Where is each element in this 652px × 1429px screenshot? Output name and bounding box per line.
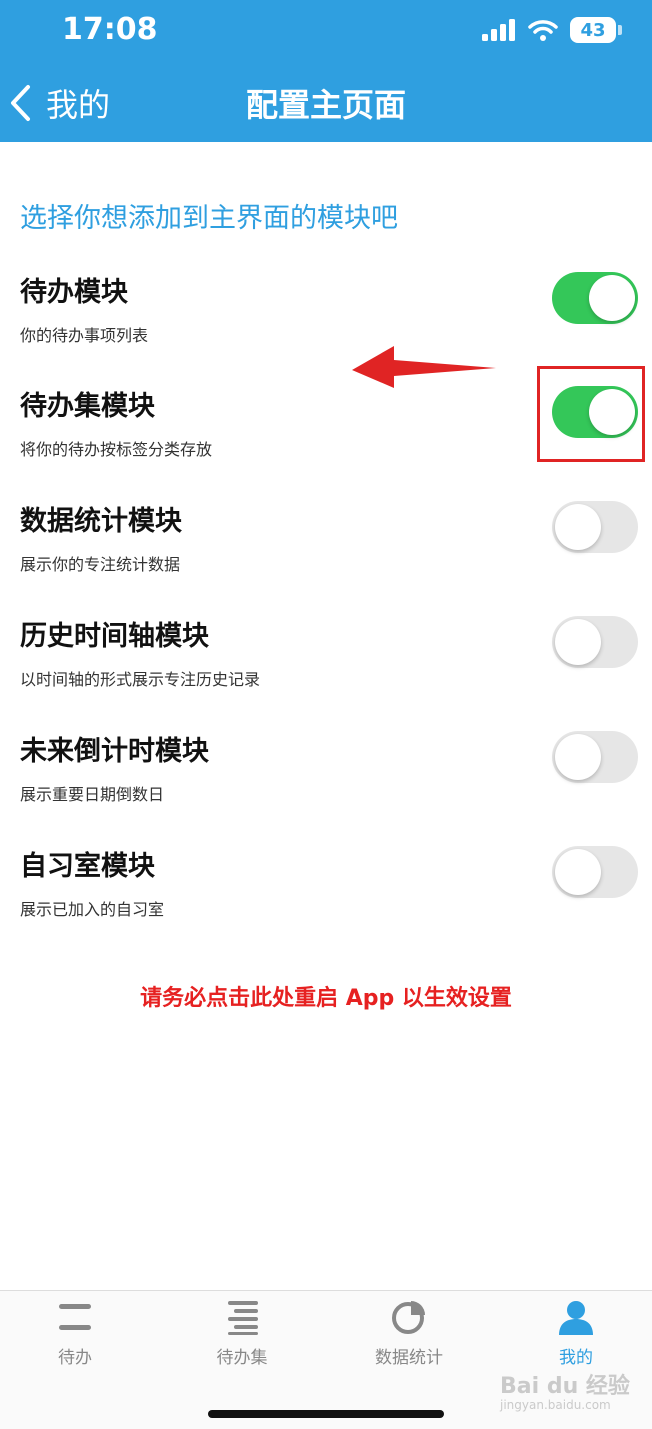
toggle-switch-todo[interactable] bbox=[552, 272, 638, 324]
module-title: 自习室模块 bbox=[20, 851, 155, 882]
toggle-knob bbox=[555, 504, 601, 550]
toggle-switch-study-room[interactable] bbox=[552, 846, 638, 898]
signal-icon bbox=[482, 19, 515, 41]
battery-tip bbox=[618, 25, 622, 35]
restart-app-link[interactable]: 请务必点击此处重启 App 以生效设置 bbox=[0, 980, 652, 1012]
module-row-study-room: 自习室模块 展示已加入的自习室 bbox=[0, 844, 652, 954]
toggle-knob bbox=[555, 734, 601, 780]
tab-statistics[interactable]: 数据统计 bbox=[344, 1299, 474, 1368]
status-time: 17:08 bbox=[62, 12, 158, 47]
watermark: Bai du 经验 bbox=[500, 1374, 630, 1399]
module-desc: 展示你的专注统计数据 bbox=[20, 555, 181, 574]
module-row-statistics: 数据统计模块 展示你的专注统计数据 bbox=[0, 499, 652, 609]
toggle-knob bbox=[555, 619, 601, 665]
module-title: 待办集模块 bbox=[20, 391, 155, 422]
module-row-countdown: 未来倒计时模块 展示重要日期倒数日 bbox=[0, 729, 652, 839]
tab-todo[interactable]: 待办 bbox=[10, 1299, 140, 1368]
toggle-knob bbox=[589, 275, 635, 321]
module-row-history-timeline: 历史时间轴模块 以时间轴的形式展示专注历史记录 bbox=[0, 614, 652, 724]
module-desc: 以时间轴的形式展示专注历史记录 bbox=[20, 670, 261, 689]
annotation-highlight-box bbox=[537, 366, 645, 462]
toggle-knob bbox=[555, 849, 601, 895]
tab-label: 待办 bbox=[58, 1348, 92, 1368]
nav-header: 17:08 43 我的 配置主页面 bbox=[0, 0, 652, 142]
battery-level: 43 bbox=[580, 19, 606, 41]
status-icons: 43 bbox=[482, 16, 622, 44]
tab-label: 待办集 bbox=[216, 1348, 268, 1368]
annotation-arrow-icon bbox=[352, 346, 496, 388]
todo-list-icon bbox=[59, 1304, 91, 1330]
todo-collection-icon bbox=[228, 1301, 258, 1335]
tab-label: 我的 bbox=[559, 1348, 593, 1368]
wifi-icon bbox=[528, 20, 558, 41]
home-indicator[interactable] bbox=[208, 1410, 444, 1418]
module-desc: 展示重要日期倒数日 bbox=[20, 785, 165, 804]
module-title: 数据统计模块 bbox=[20, 506, 182, 537]
toggle-switch-history-timeline[interactable] bbox=[552, 616, 638, 668]
module-title: 历史时间轴模块 bbox=[20, 621, 209, 652]
watermark-url: jingyan.baidu.com bbox=[500, 1398, 611, 1412]
pie-chart-icon bbox=[392, 1301, 425, 1334]
module-desc: 展示已加入的自习室 bbox=[20, 900, 165, 919]
user-icon bbox=[559, 1301, 593, 1335]
tab-todo-collection[interactable]: 待办集 bbox=[177, 1299, 307, 1368]
module-desc: 你的待办事项列表 bbox=[20, 326, 149, 345]
module-title: 未来倒计时模块 bbox=[20, 736, 209, 767]
module-row-todo: 待办模块 你的待办事项列表 bbox=[0, 270, 652, 380]
module-desc: 将你的待办按标签分类存放 bbox=[20, 440, 213, 459]
tab-profile[interactable]: 我的 bbox=[511, 1299, 641, 1368]
tab-label: 数据统计 bbox=[375, 1348, 443, 1368]
page-title: 配置主页面 bbox=[245, 86, 406, 124]
toggle-switch-countdown[interactable] bbox=[552, 731, 638, 783]
toggle-switch-statistics[interactable] bbox=[552, 501, 638, 553]
section-title: 选择你想添加到主界面的模块吧 bbox=[20, 203, 398, 234]
module-title: 待办模块 bbox=[20, 277, 128, 308]
battery-indicator: 43 bbox=[570, 17, 622, 43]
